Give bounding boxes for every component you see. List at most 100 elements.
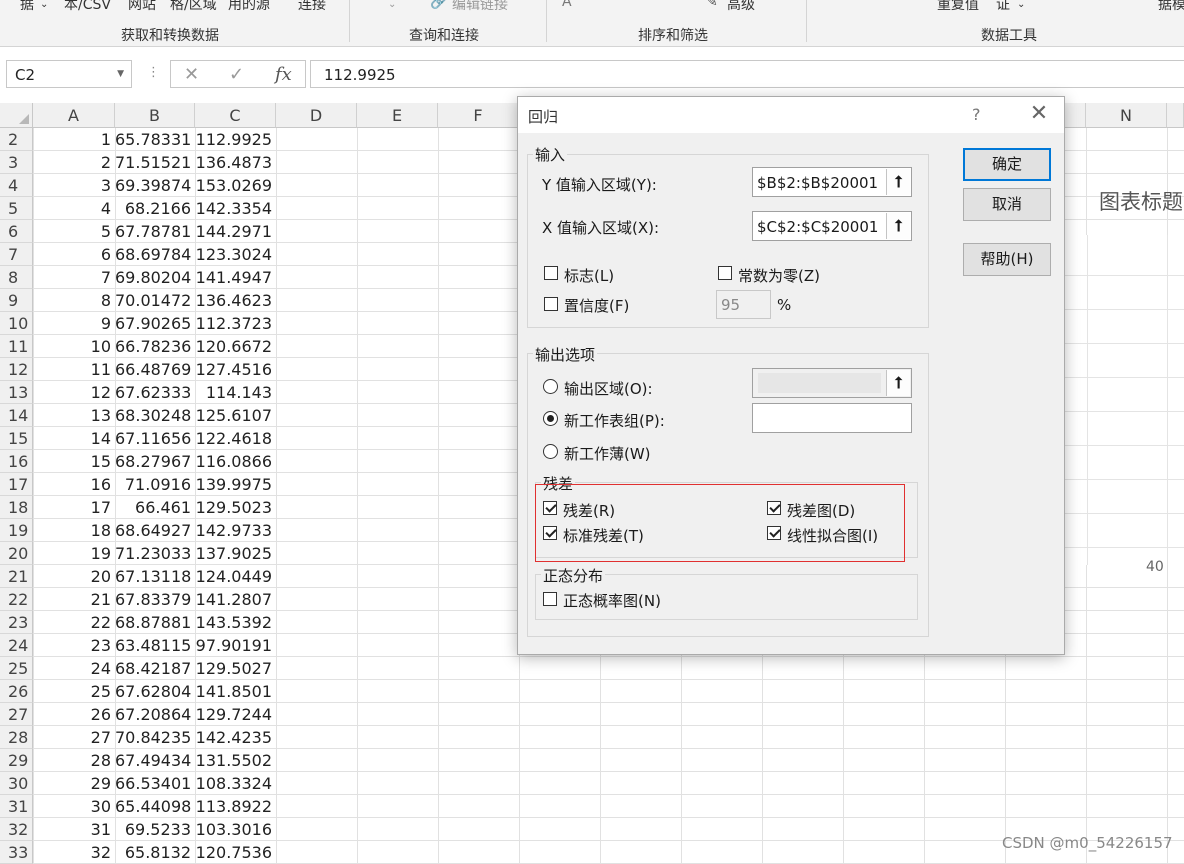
cell-b[interactable]: 68.64927 [115, 519, 195, 542]
cell-b[interactable]: 69.5233 [115, 818, 195, 841]
cell-b[interactable]: 68.87881 [115, 611, 195, 634]
y-range-input[interactable]: $B$2:$B$20001 ⭡ [752, 167, 912, 197]
chevron-down-icon[interactable]: ▼ [117, 69, 124, 79]
cell-c[interactable]: 139.9975 [195, 473, 276, 496]
cell-b[interactable]: 68.27967 [115, 450, 195, 473]
confidence-input[interactable]: 95 [716, 290, 771, 319]
row-header[interactable]: 15 [0, 427, 33, 450]
cell-a[interactable]: 9 [33, 312, 115, 335]
row-header[interactable]: 30 [0, 772, 33, 795]
cell-b[interactable]: 65.44098 [115, 795, 195, 818]
cell-a[interactable]: 19 [33, 542, 115, 565]
cancel-icon[interactable]: ✕ [184, 64, 199, 85]
row-header[interactable]: 7 [0, 243, 33, 266]
confidence-checkbox[interactable] [544, 297, 558, 311]
cell-b[interactable]: 70.01472 [115, 289, 195, 312]
ribbon-item-data[interactable]: 据 [20, 0, 34, 14]
row-header[interactable]: 2 [0, 128, 33, 151]
cell-b[interactable]: 67.62804 [115, 680, 195, 703]
column-header-a[interactable]: A [33, 103, 115, 128]
cell-a[interactable]: 20 [33, 565, 115, 588]
cell-c[interactable]: 97.90191 [195, 634, 276, 657]
row-header[interactable]: 33 [0, 841, 33, 864]
cell-c[interactable]: 144.2971 [195, 220, 276, 243]
row-header[interactable]: 23 [0, 611, 33, 634]
cell-c[interactable]: 142.4235 [195, 726, 276, 749]
cell-b[interactable]: 68.30248 [115, 404, 195, 427]
cell-b[interactable]: 66.461 [115, 496, 195, 519]
row-header[interactable]: 11 [0, 335, 33, 358]
cell-b[interactable]: 68.69784 [115, 243, 195, 266]
cell-b[interactable]: 67.83379 [115, 588, 195, 611]
cell-a[interactable]: 26 [33, 703, 115, 726]
column-header[interactable] [1167, 103, 1184, 128]
ribbon-item-web[interactable]: 网站 [128, 0, 156, 14]
row-header[interactable]: 22 [0, 588, 33, 611]
ribbon-item-table-range[interactable]: 格/区域 [170, 0, 217, 14]
cell-a[interactable]: 22 [33, 611, 115, 634]
sort-icon[interactable]: A [562, 0, 572, 10]
cell-c[interactable]: 136.4873 [195, 151, 276, 174]
cell-c[interactable]: 112.3723 [195, 312, 276, 335]
cell-a[interactable]: 21 [33, 588, 115, 611]
cell-a[interactable]: 30 [33, 795, 115, 818]
cell-a[interactable]: 3 [33, 174, 115, 197]
cell-c[interactable]: 142.3354 [195, 197, 276, 220]
cell-b[interactable]: 66.78236 [115, 335, 195, 358]
row-header[interactable]: 14 [0, 404, 33, 427]
cell-b[interactable]: 65.78331 [115, 128, 195, 151]
cell-a[interactable]: 18 [33, 519, 115, 542]
cell-a[interactable]: 12 [33, 381, 115, 404]
select-all-corner[interactable] [0, 103, 33, 128]
cell-c[interactable]: 123.3024 [195, 243, 276, 266]
cell-c[interactable]: 129.5023 [195, 496, 276, 519]
cell-c[interactable]: 131.5502 [195, 749, 276, 772]
row-header[interactable]: 10 [0, 312, 33, 335]
row-header[interactable]: 21 [0, 565, 33, 588]
cell-a[interactable]: 24 [33, 657, 115, 680]
collapse-dialog-icon[interactable]: ⭡ [886, 213, 910, 239]
ribbon-item-validation[interactable]: 证 [996, 0, 1010, 14]
x-range-input[interactable]: $C$2:$C$20001 ⭡ [752, 211, 912, 241]
cell-c[interactable]: 112.9925 [195, 128, 276, 151]
labels-checkbox[interactable] [544, 266, 558, 280]
row-header[interactable]: 28 [0, 726, 33, 749]
cell-a[interactable]: 29 [33, 772, 115, 795]
cell-b[interactable]: 67.11656 [115, 427, 195, 450]
cell-a[interactable]: 17 [33, 496, 115, 519]
row-header[interactable]: 18 [0, 496, 33, 519]
cell-a[interactable]: 25 [33, 680, 115, 703]
row-header[interactable]: 19 [0, 519, 33, 542]
cell-c[interactable]: 113.8922 [195, 795, 276, 818]
cell-a[interactable]: 32 [33, 841, 115, 864]
ribbon-item-advanced[interactable]: 高级 [727, 0, 755, 14]
row-header[interactable]: 5 [0, 197, 33, 220]
cell-b[interactable]: 70.84235 [115, 726, 195, 749]
row-header[interactable]: 31 [0, 795, 33, 818]
cell-c[interactable]: 120.7536 [195, 841, 276, 864]
ribbon-item-remove-duplicates[interactable]: 重复值 [937, 0, 979, 14]
new-sheet-radio[interactable] [543, 411, 558, 426]
cell-c[interactable]: 142.9733 [195, 519, 276, 542]
cancel-button[interactable]: 取消 [963, 188, 1051, 221]
normal-prob-checkbox[interactable] [543, 592, 557, 606]
new-sheet-name-input[interactable] [752, 403, 912, 433]
output-range-radio[interactable] [543, 379, 558, 394]
fx-icon[interactable]: fx [275, 64, 292, 85]
row-header[interactable]: 8 [0, 266, 33, 289]
cell-a[interactable]: 13 [33, 404, 115, 427]
row-header[interactable]: 16 [0, 450, 33, 473]
cell-b[interactable]: 67.13118 [115, 565, 195, 588]
cell-b[interactable]: 65.8132 [115, 841, 195, 864]
column-header-f[interactable]: F [438, 103, 519, 128]
column-header-d[interactable]: D [276, 103, 357, 128]
cell-b[interactable]: 67.62333 [115, 381, 195, 404]
cell-a[interactable]: 23 [33, 634, 115, 657]
cell-c[interactable]: 129.5027 [195, 657, 276, 680]
cell-c[interactable]: 116.0866 [195, 450, 276, 473]
row-header[interactable]: 32 [0, 818, 33, 841]
formula-input[interactable]: 112.9925 [310, 60, 1184, 88]
cell-a[interactable]: 14 [33, 427, 115, 450]
ribbon-item-connections[interactable]: 连接 [298, 0, 326, 14]
cell-c[interactable]: 114.143 [195, 381, 276, 404]
